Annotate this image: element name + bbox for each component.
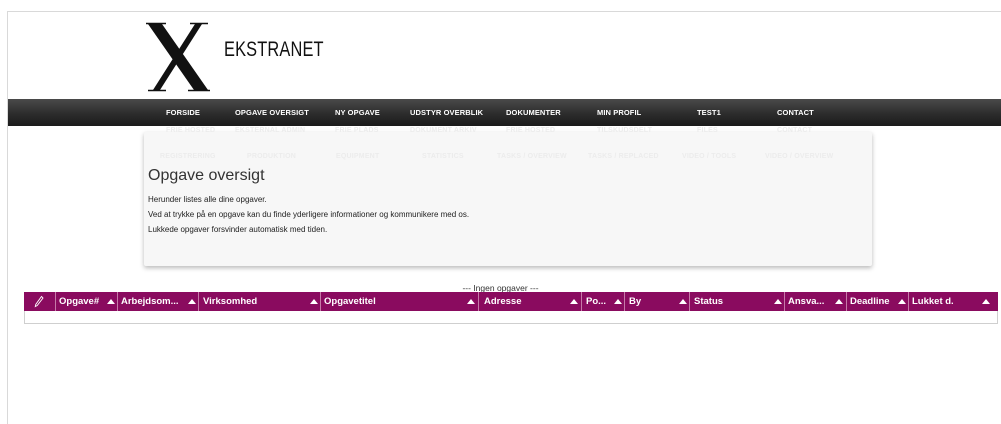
column-separator	[117, 292, 118, 311]
hidden-submenu-item: STATISTICS	[422, 153, 464, 160]
sort-ascending-icon[interactable]	[188, 299, 196, 304]
pencil-icon[interactable]	[34, 295, 44, 308]
nav-item-test1[interactable]: TEST1	[697, 108, 721, 117]
page-title: Opgave oversigt	[148, 167, 265, 184]
sort-ascending-icon[interactable]	[679, 299, 687, 304]
logo-x-icon[interactable]	[146, 22, 210, 92]
column-separator	[581, 292, 582, 311]
column-header-arbejdsomraade[interactable]: Arbejdsom...	[121, 292, 179, 311]
column-header-postnr[interactable]: Po...	[586, 292, 606, 311]
nav-item-dokumenter[interactable]: DOKUMENTER	[506, 108, 561, 117]
hidden-submenu-item: PRODUKTION	[247, 153, 297, 160]
sort-ascending-icon[interactable]	[898, 299, 906, 304]
hidden-submenu-item: TASKS / OVERVIEW	[497, 153, 567, 160]
column-header-status[interactable]: Status	[694, 292, 723, 311]
column-header-adresse[interactable]: Adresse	[484, 292, 522, 311]
tasks-table-body	[24, 311, 998, 324]
sort-ascending-icon[interactable]	[982, 299, 990, 304]
column-separator	[198, 292, 199, 311]
column-separator	[624, 292, 625, 311]
hidden-submenu-item: FRIE PLADS	[335, 127, 379, 134]
main-navbar	[8, 99, 1001, 126]
hidden-submenu-item: FRIE HOSTED	[506, 127, 556, 134]
column-separator	[784, 292, 785, 311]
column-separator	[689, 292, 690, 311]
column-separator	[55, 292, 56, 311]
sort-ascending-icon[interactable]	[835, 299, 843, 304]
sort-ascending-icon[interactable]	[570, 299, 578, 304]
hidden-submenu-item: FILES	[697, 127, 718, 134]
sort-ascending-icon[interactable]	[774, 299, 782, 304]
column-header-ansvarlig[interactable]: Ansva...	[788, 292, 824, 311]
column-header-deadline[interactable]: Deadline	[850, 292, 890, 311]
brand-name[interactable]: EKSTRANET	[224, 38, 324, 62]
sort-ascending-icon[interactable]	[614, 299, 622, 304]
column-header-lukket-dato[interactable]: Lukket d.	[912, 292, 954, 311]
hidden-submenu-item: CONTACT	[777, 127, 813, 134]
info-text-line: Herunder listes alle dine opgaver.	[148, 195, 267, 204]
column-header-virksomhed[interactable]: Virksomhed	[203, 292, 257, 311]
hidden-submenu-item: TASKS / REPLACED	[588, 153, 659, 160]
column-separator	[478, 292, 479, 311]
nav-item-contact[interactable]: CONTACT	[777, 108, 814, 117]
hidden-submenu-item: REGISTRERING	[160, 153, 216, 160]
nav-item-min-profil[interactable]: MIN PROFIL	[597, 108, 641, 117]
hidden-submenu-item: FRIE HOSTED	[166, 127, 216, 134]
info-text-line: Ved at trykke på en opgave kan du finde …	[148, 210, 470, 219]
sort-ascending-icon[interactable]	[107, 299, 115, 304]
hidden-submenu-item: DOKUMENT ARKIV	[410, 127, 477, 134]
nav-item-forside[interactable]: FORSIDE	[166, 108, 200, 117]
nav-item-opgave-oversigt[interactable]: OPGAVE OVERSIGT	[235, 108, 309, 117]
column-header-opgave-nr[interactable]: Opgave#	[59, 292, 99, 311]
sort-ascending-icon[interactable]	[467, 299, 475, 304]
nav-item-ny-opgave[interactable]: NY OPGAVE	[335, 108, 380, 117]
sort-ascending-icon[interactable]	[310, 299, 318, 304]
info-text-line: Lukkede opgaver forsvinder automatisk me…	[148, 225, 328, 234]
hidden-submenu-item: VIDEO / OVERVIEW	[765, 153, 834, 160]
nav-item-udstyr-overblik[interactable]: UDSTYR OVERBLIK	[410, 108, 483, 117]
column-header-by[interactable]: By	[629, 292, 641, 311]
hidden-submenu-item: EQUIPMENT	[336, 153, 380, 160]
column-separator	[908, 292, 909, 311]
column-separator	[846, 292, 847, 311]
hidden-submenu-item: VIDEO / TOOLS	[682, 153, 737, 160]
hidden-submenu-item: TILSKUDSDELT	[597, 127, 653, 134]
column-header-opgavetitel[interactable]: Opgavetitel	[324, 292, 376, 311]
hidden-submenu-item: EKSTERNAL ADMIN	[235, 127, 306, 134]
column-separator	[320, 292, 321, 311]
